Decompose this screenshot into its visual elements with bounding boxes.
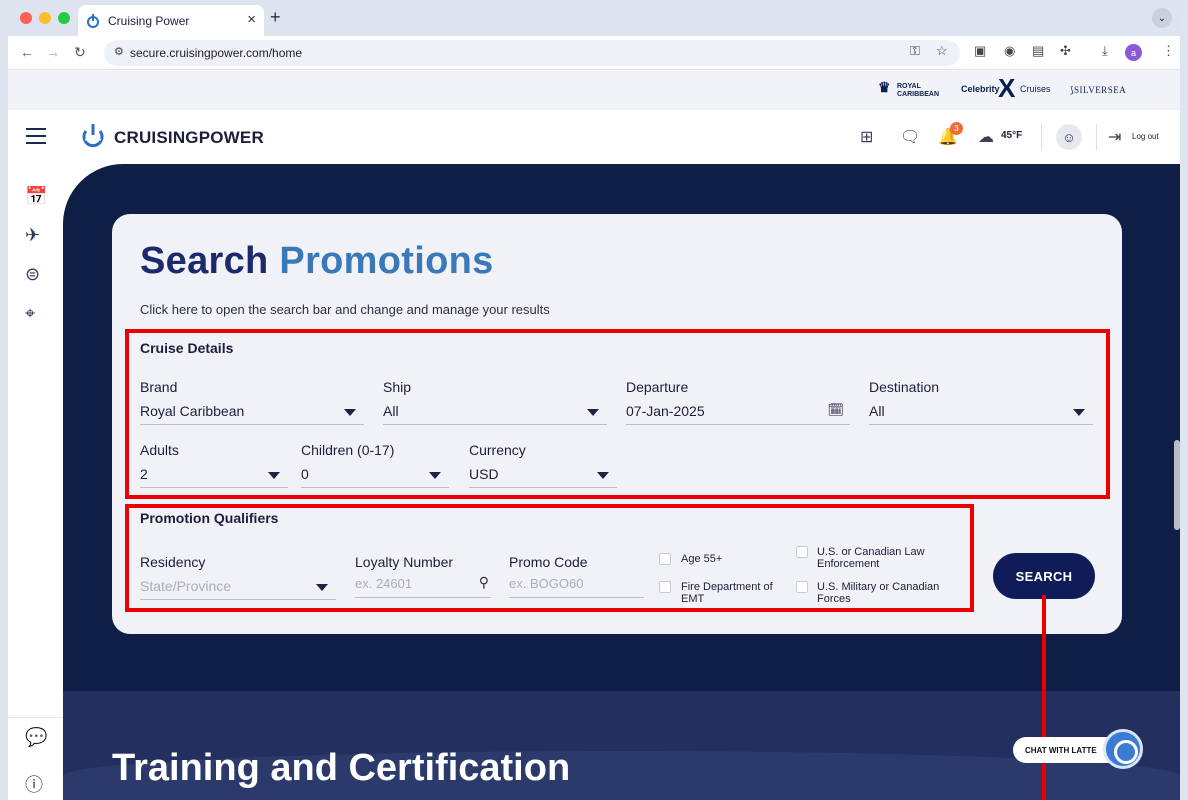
tab-search-icon[interactable]: ⌄ — [1152, 8, 1172, 28]
cruises-text[interactable]: Cruises — [1020, 84, 1051, 94]
royal-caribbean-logo[interactable]: ♛ ROYAL CARIBBEAN — [878, 80, 939, 99]
reload-icon[interactable]: ↻ — [74, 44, 86, 61]
apps-grid-icon[interactable]: ⊞ — [860, 127, 873, 147]
back-icon[interactable]: ← — [20, 44, 34, 60]
help-icon[interactable]: ⓘ — [25, 771, 43, 797]
minimize-window-dot[interactable] — [39, 12, 51, 24]
password-key-icon[interactable]: ⚿ — [910, 43, 920, 59]
menu-kebab-icon[interactable]: ⋮ — [1162, 43, 1175, 59]
cruisingpower-logo-icon[interactable] — [82, 123, 104, 147]
user-profile-icon[interactable]: ☺ — [1056, 124, 1082, 150]
messages-icon[interactable]: 🗨 — [900, 127, 920, 147]
hamburger-menu-icon[interactable] — [26, 128, 46, 144]
cruisingpower-logo-text[interactable]: CRUISINGPOWER — [114, 128, 264, 148]
search-button[interactable]: SEARCH — [993, 553, 1095, 599]
extension-icon[interactable]: ▣ — [974, 43, 986, 59]
feedback-chat-icon[interactable]: 💬 — [25, 727, 47, 748]
search-pointer-line — [1042, 595, 1046, 800]
new-tab-button[interactable]: + — [270, 7, 281, 28]
forward-icon[interactable]: → — [46, 44, 60, 60]
zoom-window-dot[interactable] — [58, 12, 70, 24]
site-header: CRUISINGPOWER ⊞ 🗨 🔔 3 ☁ 45°F ☺ ⇥ Log out — [8, 110, 1180, 164]
promotion-qualifiers-highlight — [125, 504, 974, 612]
url-text: secure.cruisingpower.com/home — [130, 46, 303, 60]
title-search: Search — [140, 240, 269, 282]
browser-tab[interactable]: Cruising Power × — [78, 5, 264, 36]
temperature-text: 45°F — [1001, 130, 1023, 141]
profile-avatar[interactable]: a — [1125, 44, 1142, 61]
header-divider — [1041, 124, 1042, 150]
camera-extension-icon[interactable]: ◉ — [1004, 43, 1015, 59]
url-bar[interactable]: ⚙ secure.cruisingpower.com/home — [104, 40, 960, 66]
training-heading: Training and Certification — [112, 747, 571, 789]
download-icon[interactable]: ⤓ — [1102, 43, 1108, 59]
location-pin-icon[interactable]: ⌖ — [25, 303, 35, 324]
close-window-dot[interactable] — [20, 12, 32, 24]
puzzle-icon[interactable]: ✣ — [1060, 43, 1071, 59]
silversea-text: SILVERSEA — [1074, 85, 1127, 95]
site-settings-icon[interactable]: ⚙ — [114, 45, 124, 58]
page-scrollbar[interactable] — [1174, 440, 1180, 530]
cruisingpower-favicon — [87, 13, 99, 28]
airplane-icon[interactable]: ✈ — [25, 225, 40, 246]
brand-strip: ♛ ROYAL CARIBBEAN Celebrity X Cruises ⟆S… — [8, 70, 1180, 110]
training-section: Training and Certification — [63, 691, 1180, 800]
globe-icon[interactable]: ⊜ — [25, 264, 40, 285]
left-sidebar: 📅 ✈ ⊜ ⌖ 💬 ⓘ — [8, 164, 63, 800]
page-title: Search Promotions — [140, 240, 494, 283]
doc-extension-icon[interactable]: ▤ — [1032, 43, 1044, 59]
logout-link[interactable]: Log out — [1132, 132, 1159, 141]
silversea-logo[interactable]: ⟆SILVERSEA — [1070, 85, 1126, 96]
sidebar-divider — [8, 717, 63, 718]
celebrity-text[interactable]: Celebrity — [961, 84, 1000, 94]
address-toolbar: ← → ↻ ⚙ secure.cruisingpower.com/home ⚿ … — [8, 36, 1180, 70]
cruise-details-highlight — [125, 329, 1110, 499]
celebrity-x-logo[interactable]: X — [998, 75, 1015, 101]
weather-cloud-icon: ☁ — [978, 129, 994, 146]
royal-text: ROYAL — [897, 83, 921, 90]
title-promotions: Promotions — [279, 240, 494, 282]
search-bar-toggle-link[interactable]: Click here to open the search bar and ch… — [140, 302, 550, 317]
caribbean-text: CARIBBEAN — [897, 91, 939, 98]
tab-title: Cruising Power — [108, 13, 190, 28]
logout-icon[interactable]: ⇥ — [1108, 127, 1121, 147]
chat-bubble-icon[interactable] — [1103, 729, 1143, 769]
browser-window: Cruising Power × + ⌄ ← → ↻ ⚙ secure.crui… — [8, 0, 1180, 800]
notification-badge: 3 — [950, 122, 963, 135]
calendar-add-icon[interactable]: 📅 — [25, 186, 47, 207]
tab-bar: Cruising Power × + ⌄ — [8, 0, 1180, 36]
bookmark-star-icon[interactable]: ☆ — [936, 43, 948, 59]
header-divider — [1096, 124, 1097, 150]
tab-close-icon[interactable]: × — [247, 11, 256, 28]
